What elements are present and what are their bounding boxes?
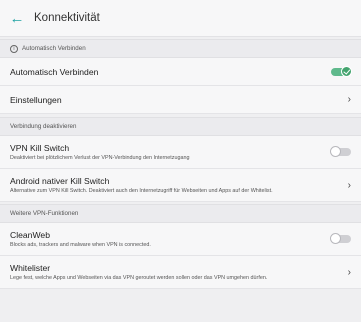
whitelister-label: Whitelister bbox=[10, 263, 51, 273]
settings-label: Einstellungen bbox=[10, 94, 62, 105]
section-header-disconnect: Verbindung deaktivieren bbox=[0, 117, 361, 136]
android-kill-switch-description: Alternative zum VPN Kill Switch. Deaktiv… bbox=[10, 188, 273, 194]
toggle-knob bbox=[341, 65, 352, 77]
page-title: Konnektivität bbox=[34, 12, 100, 24]
cleanweb-toggle[interactable] bbox=[330, 233, 351, 244]
vpn-kill-switch-toggle[interactable] bbox=[330, 146, 351, 157]
section-header-more-features: Weitere VPN-Funktionen bbox=[0, 204, 361, 223]
cleanweb-description: Blocks ads, trackers and malware when VP… bbox=[10, 242, 151, 248]
chevron-right-icon: › bbox=[347, 179, 351, 191]
info-icon: i bbox=[10, 44, 18, 53]
whitelister-row[interactable]: Whitelister Lege fest, welche Apps und W… bbox=[0, 256, 361, 289]
arrow-left-icon[interactable]: ← bbox=[8, 9, 26, 27]
auto-connect-label: Automatisch Verbinden bbox=[10, 66, 99, 77]
cleanweb-label: CleanWeb bbox=[10, 230, 50, 240]
section-header-label: Verbindung deaktivieren bbox=[10, 123, 77, 130]
app-bar: ← Konnektivität bbox=[0, 0, 361, 37]
section-header-label: Automatisch Verbinden bbox=[22, 45, 86, 52]
auto-connect-row[interactable]: Automatisch Verbinden bbox=[0, 58, 361, 86]
toggle-knob bbox=[330, 233, 341, 244]
auto-connect-toggle[interactable] bbox=[331, 65, 352, 77]
section-header-auto-connect: i Automatisch Verbinden bbox=[0, 39, 361, 58]
cleanweb-row[interactable]: CleanWeb Blocks ads, trackers and malwar… bbox=[0, 223, 361, 256]
whitelister-description: Lege fest, welche Apps und Webseiten via… bbox=[10, 275, 268, 281]
vpn-kill-switch-description: Deaktiviert bei plötzlichem Verlust der … bbox=[10, 155, 190, 161]
vpn-kill-switch-row[interactable]: VPN Kill Switch Deaktiviert bei plötzlic… bbox=[0, 136, 361, 169]
settings-row[interactable]: Einstellungen › bbox=[0, 86, 361, 114]
section-header-label: Weitere VPN-Funktionen bbox=[10, 210, 79, 217]
toggle-knob bbox=[330, 146, 341, 157]
android-kill-switch-row[interactable]: Android nativer Kill Switch Alternative … bbox=[0, 169, 361, 202]
vpn-kill-switch-label: VPN Kill Switch bbox=[10, 143, 70, 153]
chevron-right-icon: › bbox=[347, 94, 351, 105]
android-kill-switch-label: Android nativer Kill Switch bbox=[10, 176, 110, 186]
chevron-right-icon: › bbox=[347, 266, 351, 278]
